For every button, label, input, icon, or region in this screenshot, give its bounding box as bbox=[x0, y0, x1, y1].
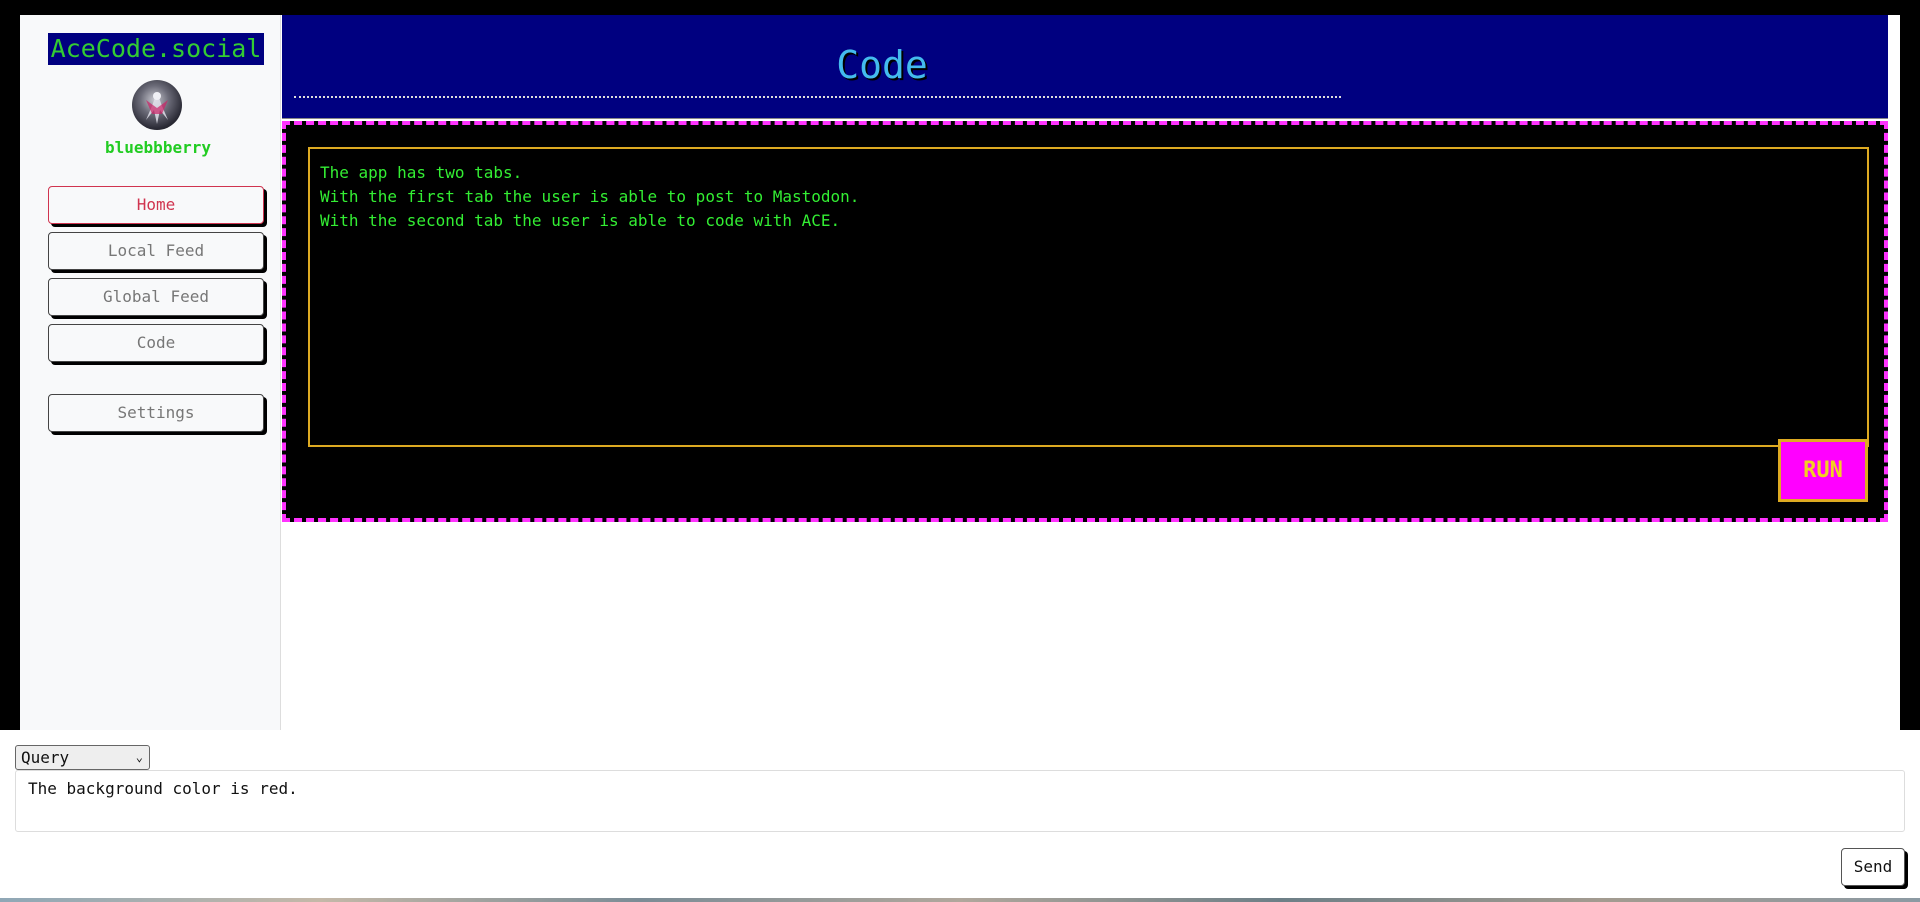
code-editor[interactable]: The app has two tabs. With the first tab… bbox=[308, 147, 1869, 447]
avatar-image-icon bbox=[146, 92, 168, 124]
send-button[interactable]: Send bbox=[1841, 848, 1905, 886]
code-panel: The app has two tabs. With the first tab… bbox=[282, 121, 1888, 522]
username[interactable]: bluebbberry bbox=[20, 138, 296, 157]
page-header: Code bbox=[282, 15, 1888, 119]
mode-select-value: Query bbox=[21, 748, 70, 767]
sidebar-item-code[interactable]: Code bbox=[48, 324, 264, 362]
header-divider bbox=[294, 96, 1341, 98]
page-title: Code bbox=[836, 43, 928, 87]
left-frame bbox=[0, 0, 20, 730]
sidebar-item-settings[interactable]: Settings bbox=[48, 394, 264, 432]
sidebar-item-global-feed[interactable]: Global Feed bbox=[48, 278, 264, 316]
sidebar: AceCode.social bluebbberry Home Local Fe… bbox=[20, 15, 281, 730]
background-image-strip bbox=[0, 898, 1920, 902]
right-frame bbox=[1900, 0, 1920, 730]
run-button[interactable]: RUN bbox=[1778, 439, 1868, 502]
query-input[interactable]: The background color is red. bbox=[15, 770, 1905, 832]
app-window: AceCode.social bluebbberry Home Local Fe… bbox=[20, 15, 1900, 730]
sidebar-item-home[interactable]: Home bbox=[48, 186, 264, 224]
chevron-down-icon: ⌄ bbox=[135, 750, 143, 764]
sidebar-item-local-feed[interactable]: Local Feed bbox=[48, 232, 264, 270]
avatar[interactable] bbox=[132, 80, 182, 130]
brand-logo[interactable]: AceCode.social bbox=[48, 33, 264, 65]
top-frame bbox=[0, 0, 1920, 15]
query-panel: Query ⌄ The background color is red. Sen… bbox=[0, 730, 1920, 902]
mode-select[interactable]: Query ⌄ bbox=[15, 745, 150, 770]
